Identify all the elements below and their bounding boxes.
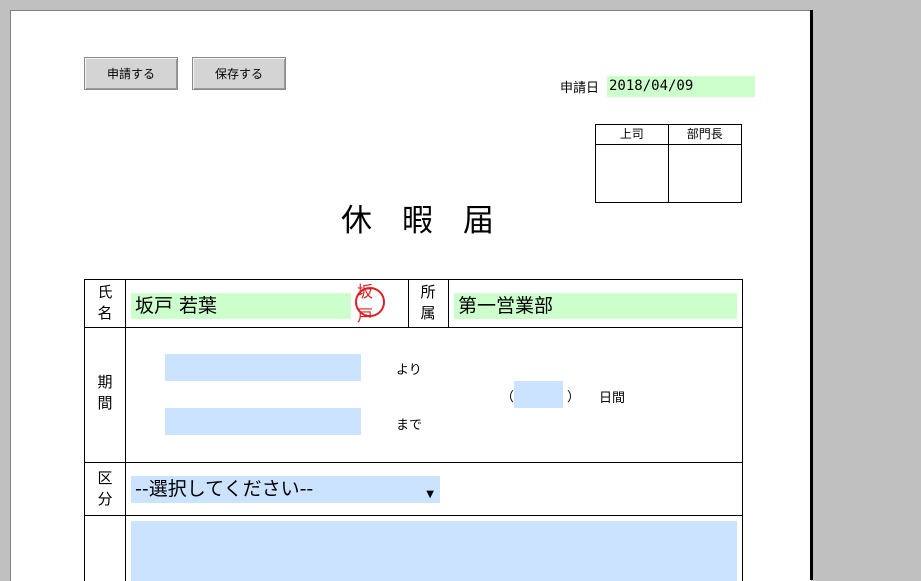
row-divider bbox=[85, 515, 742, 516]
days-close-paren: ） bbox=[567, 390, 581, 405]
days-unit-text: 日間 bbox=[599, 391, 626, 406]
personal-seal-stamp: 坂戸 bbox=[355, 282, 385, 325]
application-date-label: 申請日 bbox=[560, 81, 600, 96]
approval-manager-header: 部門長 bbox=[668, 125, 741, 145]
category-label: 区 分 bbox=[97, 469, 113, 508]
reason-field[interactable] bbox=[131, 521, 737, 581]
to-suffix-text: まで bbox=[396, 418, 423, 433]
from-suffix-text: より bbox=[396, 363, 422, 378]
document-page: 申請する 保存する 申請日 2018/04/09 上司 部門長 休暇届 氏 名 … bbox=[10, 10, 811, 581]
days-open-paren: （ bbox=[501, 390, 515, 405]
name-label: 氏 名 bbox=[97, 283, 113, 322]
period-start-field[interactable] bbox=[165, 354, 361, 381]
department-field[interactable]: 第一営業部 bbox=[454, 293, 737, 319]
label-column-divider bbox=[125, 280, 126, 581]
col-divider bbox=[448, 280, 449, 327]
leave-form: 氏 名 坂戸 若葉 坂戸 所 属 第一営業部 期 間 より まで （ ） 日間 … bbox=[84, 279, 743, 581]
approval-boss-header: 上司 bbox=[596, 125, 669, 145]
days-count-field[interactable] bbox=[514, 381, 563, 408]
category-select[interactable]: --選択してください-- ▼ bbox=[131, 476, 440, 503]
period-label: 期 間 bbox=[97, 373, 113, 412]
approval-boss-stamp-area bbox=[596, 145, 669, 202]
approval-box: 上司 部門長 bbox=[595, 124, 742, 203]
category-selected-text: --選択してください-- bbox=[135, 478, 314, 500]
application-date-field[interactable]: 2018/04/09 bbox=[607, 76, 755, 97]
save-button[interactable]: 保存する bbox=[192, 57, 286, 90]
approval-manager-stamp-area bbox=[669, 145, 742, 202]
apply-button[interactable]: 申請する bbox=[84, 57, 178, 90]
chevron-down-icon[interactable]: ▼ bbox=[426, 482, 434, 508]
department-label: 所 属 bbox=[420, 283, 436, 322]
row-divider bbox=[85, 327, 742, 328]
period-end-field[interactable] bbox=[165, 408, 361, 435]
row-divider bbox=[85, 462, 742, 463]
page-title: 休暇届 bbox=[341, 203, 524, 239]
page-shadow bbox=[810, 10, 813, 580]
name-field[interactable]: 坂戸 若葉 bbox=[131, 293, 351, 319]
